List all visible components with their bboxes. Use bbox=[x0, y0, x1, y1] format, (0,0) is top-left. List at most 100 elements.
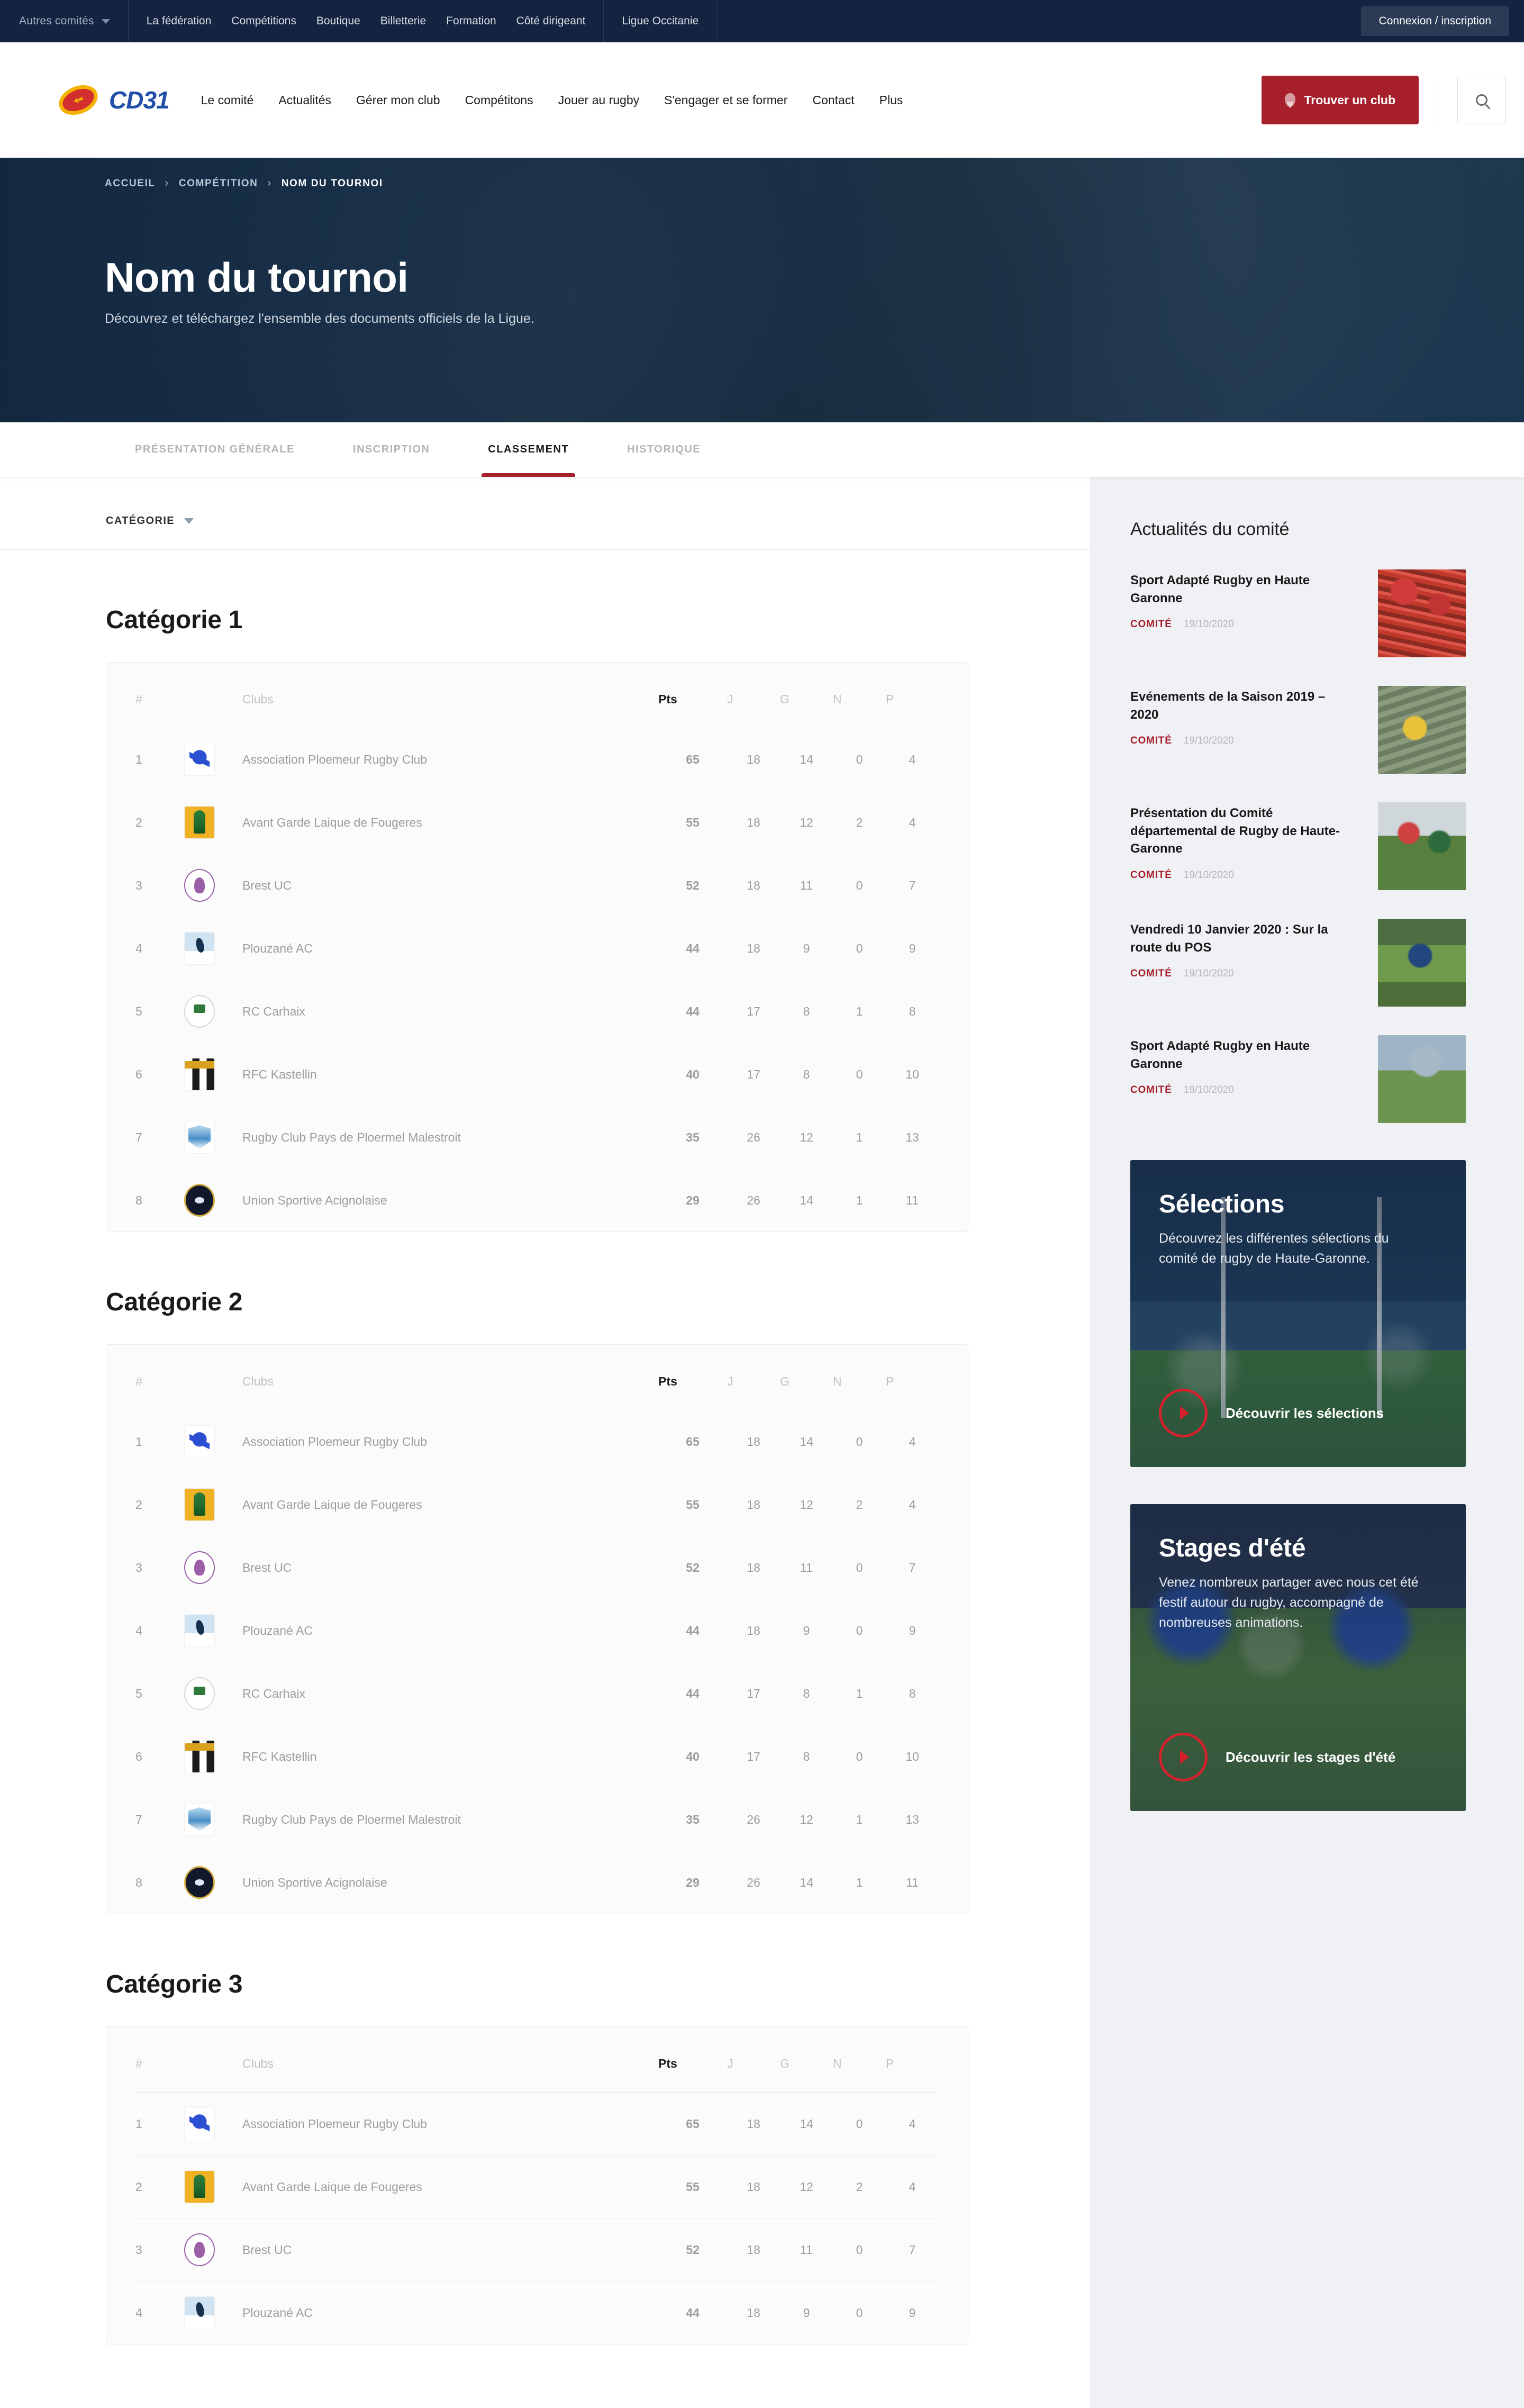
nav-item-0[interactable]: Le comité bbox=[201, 93, 254, 107]
search-button[interactable] bbox=[1457, 76, 1506, 124]
cell-lost: 7 bbox=[886, 1536, 939, 1599]
brand-logo[interactable]: CD31 bbox=[55, 79, 170, 121]
news-item-thumbnail bbox=[1378, 686, 1466, 774]
table-row[interactable]: 6 RFC Kastellin 40 17 8 0 10 bbox=[135, 1725, 939, 1788]
table-row[interactable]: 1 Association Ploemeur Rugby Club 65 18 14 0 4 bbox=[135, 728, 939, 791]
category-filter-dropdown[interactable]: CATÉGORIE bbox=[106, 515, 194, 527]
table-row[interactable]: 1 Association Ploemeur Rugby Club 65 18 14 0 4 bbox=[135, 1410, 939, 1473]
cell-won: 12 bbox=[780, 1788, 833, 1851]
cell-points: 52 bbox=[658, 1536, 727, 1599]
table-row[interactable]: 8 Union Sportive Acignolaise 29 26 14 1 11 bbox=[135, 1169, 939, 1232]
nav-item-2[interactable]: Gérer mon club bbox=[356, 93, 440, 107]
cell-club-name: RFC Kastellin bbox=[242, 1725, 658, 1788]
cell-drawn: 1 bbox=[856, 1875, 863, 1889]
cell-points: 65 bbox=[658, 1410, 727, 1473]
cell-played: 17 bbox=[727, 1725, 780, 1788]
cell-points: 44 bbox=[658, 917, 727, 980]
cell-rank: 2 bbox=[135, 2155, 184, 2219]
other-committees-dropdown[interactable]: Autres comités bbox=[0, 0, 129, 42]
table-row[interactable]: 7 Rugby Club Pays de Ploermel Malestroit 3… bbox=[135, 1788, 939, 1851]
table-row[interactable]: 3 Brest UC 52 18 11 0 7 bbox=[135, 1536, 939, 1599]
news-item[interactable]: Evénements de la Saison 2019 – 2020 COMIT… bbox=[1130, 686, 1466, 774]
news-item[interactable]: Sport Adapté Rugby en Haute Garonne COMIT… bbox=[1130, 1035, 1466, 1123]
table-row[interactable]: 4 Plouzané AC 44 18 9 0 9 bbox=[135, 917, 939, 980]
news-item[interactable]: Présentation du Comité départemental de … bbox=[1130, 802, 1466, 890]
promo-cta[interactable]: Découvrir les stages d'été bbox=[1159, 1733, 1437, 1781]
cell-club-name: Avant Garde Laique de Fougeres bbox=[242, 1473, 658, 1536]
promo-cta[interactable]: Découvrir les sélections bbox=[1159, 1389, 1437, 1437]
league-link-group[interactable]: Ligue Occitanie bbox=[604, 0, 718, 42]
cell-logo bbox=[184, 1662, 242, 1725]
nav-item-6[interactable]: Contact bbox=[812, 93, 854, 107]
cell-logo bbox=[184, 1725, 242, 1788]
news-item[interactable]: Vendredi 10 Janvier 2020 : Sur la route … bbox=[1130, 919, 1466, 1007]
topbar-link-ligue-occitanie[interactable]: Ligue Occitanie bbox=[622, 15, 698, 28]
table-row[interactable]: 8 Union Sportive Acignolaise 29 26 14 1 11 bbox=[135, 1851, 939, 1914]
topbar-link-3[interactable]: Billetterie bbox=[380, 15, 426, 28]
nav-item-5[interactable]: S'engager et se former bbox=[664, 93, 787, 107]
cell-logo bbox=[184, 2282, 242, 2344]
column-header-g: G bbox=[780, 1345, 833, 1410]
club-logo-icon bbox=[184, 1677, 215, 1710]
table-row[interactable]: 2 Avant Garde Laique de Fougeres 55 18 12 2 4 bbox=[135, 1473, 939, 1536]
club-logo-icon bbox=[184, 2107, 215, 2140]
cell-won: 14 bbox=[780, 2092, 833, 2156]
topbar-link-2[interactable]: Boutique bbox=[316, 15, 360, 28]
promo-card[interactable]: Sélections Découvrez les différentes séle… bbox=[1130, 1160, 1466, 1467]
table-row[interactable]: 7 Rugby Club Pays de Ploermel Malestroit 3… bbox=[135, 1106, 939, 1169]
cell-club-name: Association Ploemeur Rugby Club bbox=[242, 1410, 658, 1473]
topbar-link-5[interactable]: Côté dirigeant bbox=[516, 15, 586, 28]
column-header-pts: Pts bbox=[658, 663, 727, 728]
nav-item-4[interactable]: Jouer au rugby bbox=[558, 93, 639, 107]
tab-pr-sentation-g-n-rale[interactable]: PRÉSENTATION GÉNÉRALE bbox=[106, 422, 324, 477]
cell-points: 44 bbox=[658, 1599, 727, 1662]
news-item[interactable]: Sport Adapté Rugby en Haute Garonne COMIT… bbox=[1130, 569, 1466, 657]
main-content: CATÉGORIE Catégorie 1 # Clubs Pts J G N P 1 Assoc… bbox=[0, 477, 1090, 2408]
login-register-button[interactable]: Connexion / inscription bbox=[1360, 6, 1509, 36]
nav-item-1[interactable]: Actualités bbox=[278, 93, 331, 107]
cell-lost: 7 bbox=[886, 854, 939, 917]
table-row[interactable]: 1 Association Ploemeur Rugby Club 65 18 14 0 4 bbox=[135, 2092, 939, 2156]
cell-won: 8 bbox=[780, 980, 833, 1043]
club-logo-icon bbox=[184, 806, 215, 839]
nav-item-3[interactable]: Compétitons bbox=[465, 93, 533, 107]
news-item-thumbnail bbox=[1378, 569, 1466, 657]
table-row[interactable]: 4 Plouzané AC 44 18 9 0 9 bbox=[135, 2282, 939, 2344]
table-row[interactable]: 5 RC Carhaix 44 17 8 1 8 bbox=[135, 1662, 939, 1725]
cell-rank: 7 bbox=[135, 1106, 184, 1169]
cell-won: 11 bbox=[780, 854, 833, 917]
table-row[interactable]: 4 Plouzané AC 44 18 9 0 9 bbox=[135, 1599, 939, 1662]
column-header-pts: Pts bbox=[658, 1345, 727, 1410]
topbar-link-1[interactable]: Compétitions bbox=[231, 15, 296, 28]
topbar-link-0[interactable]: La fédération bbox=[147, 15, 212, 28]
table-row[interactable]: 5 RC Carhaix 44 17 8 1 8 bbox=[135, 980, 939, 1043]
tab-historique[interactable]: HISTORIQUE bbox=[598, 422, 730, 477]
table-row[interactable]: 3 Brest UC 52 18 11 0 7 bbox=[135, 854, 939, 917]
cell-played: 18 bbox=[727, 854, 780, 917]
cell-club-name: Avant Garde Laique de Fougeres bbox=[242, 791, 658, 854]
table-row[interactable]: 3 Brest UC 52 18 11 0 7 bbox=[135, 2218, 939, 2282]
cell-won: 12 bbox=[780, 1473, 833, 1536]
column-header-rank: # bbox=[135, 2027, 184, 2093]
table-row[interactable]: 2 Avant Garde Laique de Fougeres 55 18 12 2 4 bbox=[135, 2155, 939, 2219]
column-header-rank: # bbox=[135, 663, 184, 728]
promo-card[interactable]: Stages d'été Venez nombreux partager avec… bbox=[1130, 1504, 1466, 1811]
cell-won: 12 bbox=[780, 791, 833, 854]
club-logo-icon bbox=[184, 2296, 215, 2329]
cell-drawn: 0 bbox=[833, 854, 886, 917]
cell-points: 44 bbox=[658, 980, 727, 1043]
topbar-link-4[interactable]: Formation bbox=[446, 15, 496, 28]
cell-logo bbox=[184, 2092, 242, 2156]
cell-club-name: Rugby Club Pays de Ploermel Malestroit bbox=[242, 1106, 658, 1169]
tab-inscription[interactable]: INSCRIPTION bbox=[324, 422, 459, 477]
table-row[interactable]: 2 Avant Garde Laique de Fougeres 55 18 12 2 4 bbox=[135, 791, 939, 854]
cell-rank: 4 bbox=[135, 1599, 184, 1662]
hero-banner: ACCUEIL › COMPÉTITION › NOM DU TOURNOI Nom d… bbox=[0, 158, 1524, 422]
cell-logo bbox=[184, 728, 242, 791]
find-club-button[interactable]: Trouver un club bbox=[1262, 76, 1419, 124]
nav-item-7[interactable]: Plus bbox=[879, 93, 903, 107]
cell-drawn: 0 bbox=[833, 1410, 886, 1473]
table-row[interactable]: 6 RFC Kastellin 40 17 8 0 10 bbox=[135, 1043, 939, 1106]
cell-rank: 4 bbox=[135, 2305, 142, 2320]
tab-classement[interactable]: CLASSEMENT bbox=[459, 422, 598, 477]
